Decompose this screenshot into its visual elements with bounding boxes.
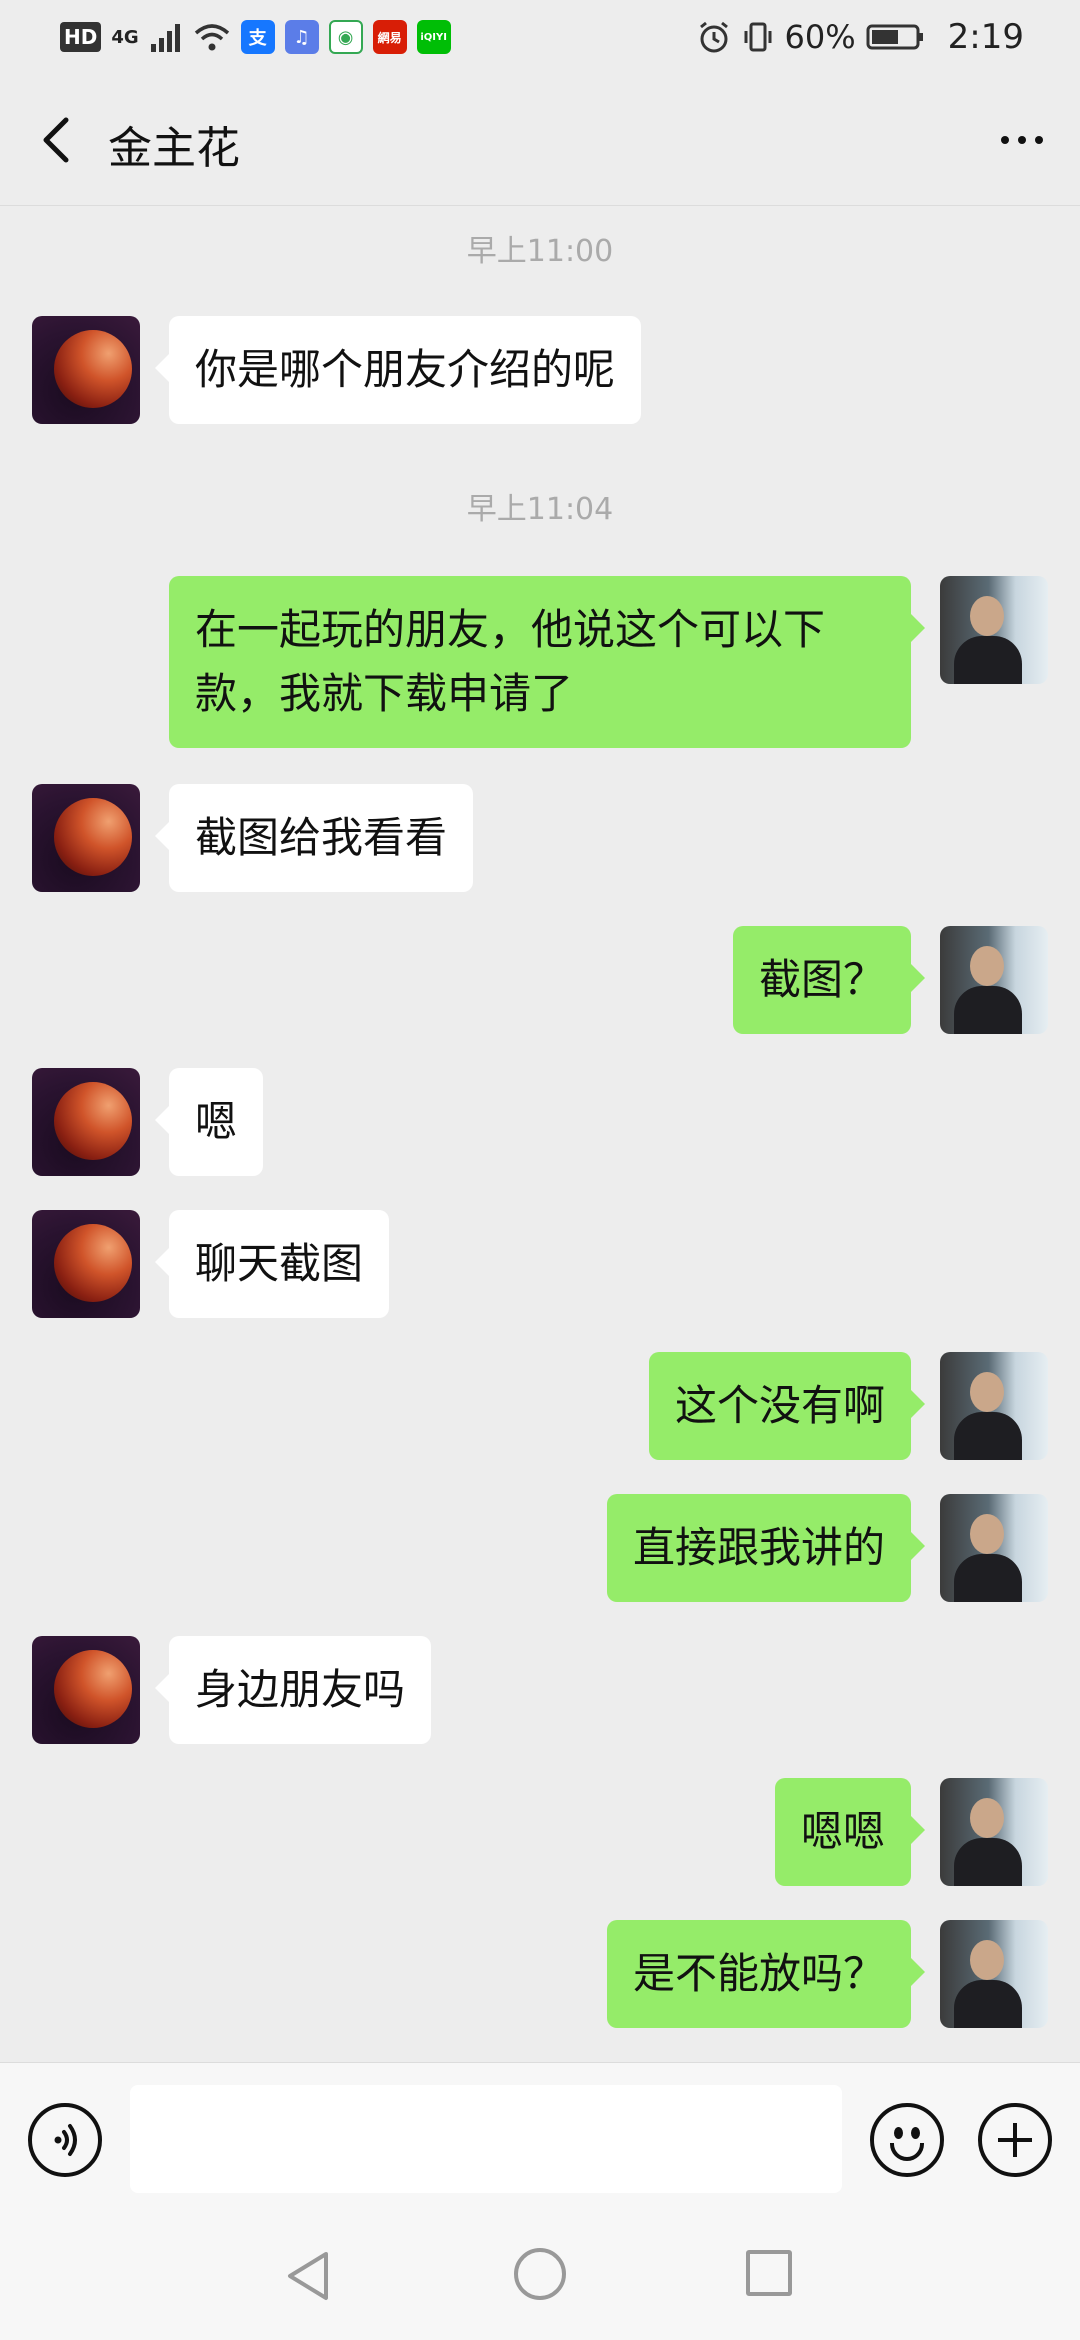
self-avatar[interactable]	[940, 576, 1048, 684]
netease-icon: 網易	[372, 20, 407, 54]
self-avatar[interactable]	[940, 1920, 1048, 2028]
chat-screen: HD 4G 支 ♫ ◉ 網易 iQIYI 60% 2:19 金主花 早上11:0…	[0, 0, 1080, 2340]
message-bubble[interactable]: 你是哪个朋友介绍的呢	[154, 316, 642, 424]
battery-icon	[866, 24, 923, 50]
timestamp: 早上11:04	[466, 492, 614, 527]
message-bubble[interactable]: 是不能放吗？	[606, 1920, 926, 2028]
voice-icon[interactable]	[28, 2103, 102, 2177]
message-bubble[interactable]: 身边朋友吗	[154, 1636, 432, 1744]
system-home-icon[interactable]	[514, 2248, 566, 2300]
self-avatar[interactable]	[940, 926, 1048, 1034]
plus-icon[interactable]	[978, 2103, 1052, 2177]
clock: 2:19	[947, 17, 1024, 57]
emoji-eye	[894, 2127, 903, 2139]
more-icon[interactable]	[992, 110, 1052, 170]
message-bubble[interactable]: 截图给我看看	[154, 784, 474, 892]
message-bubble[interactable]: 截图？	[732, 926, 926, 1034]
network-type: 4G	[111, 26, 139, 48]
system-back-icon[interactable]	[282, 2248, 338, 2304]
message-bubble[interactable]: 直接跟我讲的	[606, 1494, 926, 1602]
timestamp: 早上11:00	[466, 234, 614, 269]
alipay-icon: 支	[240, 20, 275, 54]
message-bubble[interactable]: 嗯	[154, 1068, 264, 1176]
system-nav-bar	[0, 2212, 1080, 2340]
music-icon: ♫	[284, 20, 319, 54]
emoji-eye	[911, 2127, 920, 2139]
message-bubble[interactable]: 在一起玩的朋友，他说这个可以下款，我就下载申请了	[169, 576, 925, 748]
status-bar: HD 4G 支 ♫ ◉ 網易 iQIYI 60% 2:19	[0, 0, 1080, 74]
self-avatar[interactable]	[940, 1352, 1048, 1460]
self-avatar[interactable]	[940, 1494, 1048, 1602]
message-input[interactable]	[130, 2085, 842, 2193]
chat-title: 金主花	[108, 123, 240, 174]
message-bubble[interactable]: 嗯嗯	[774, 1778, 926, 1886]
more-dot	[1001, 136, 1009, 144]
message-bubble[interactable]: 这个没有啊	[648, 1352, 926, 1460]
iqiyi-icon: iQIYI	[416, 20, 451, 54]
contact-avatar[interactable]	[32, 1210, 140, 1318]
wifi-icon	[194, 24, 229, 51]
voice-waves-icon	[54, 2124, 77, 2156]
message-bubble[interactable]: 聊天截图	[154, 1210, 390, 1318]
self-avatar[interactable]	[940, 1778, 1048, 1886]
status-right: 60% 2:19	[697, 17, 1024, 57]
contact-avatar[interactable]	[32, 1636, 140, 1744]
chrome-icon: ◉	[328, 20, 363, 54]
signal-icon	[150, 24, 180, 52]
alarm-icon	[699, 21, 728, 53]
hd-badge: HD	[60, 22, 102, 52]
vibrate-icon	[744, 22, 772, 52]
system-recents-icon[interactable]	[746, 2250, 792, 2296]
back-icon[interactable]	[32, 110, 92, 170]
status-left: HD 4G 支 ♫ ◉ 網易 iQIYI	[60, 20, 451, 54]
nav-bar: 金主花	[0, 74, 1080, 206]
message-list[interactable]: 早上11:00 你是哪个朋友介绍的呢 早上11:04 在一起玩的朋友，他说这个可…	[0, 206, 1080, 2062]
contact-avatar[interactable]	[32, 1068, 140, 1176]
emoji-icon[interactable]	[870, 2103, 944, 2177]
battery-percent: 60%	[784, 18, 856, 56]
input-bar	[0, 2062, 1080, 2212]
contact-avatar[interactable]	[32, 784, 140, 892]
more-dot	[1035, 136, 1043, 144]
more-dot	[1018, 136, 1026, 144]
emoji-mouth	[890, 2143, 924, 2161]
contact-avatar[interactable]	[32, 316, 140, 424]
